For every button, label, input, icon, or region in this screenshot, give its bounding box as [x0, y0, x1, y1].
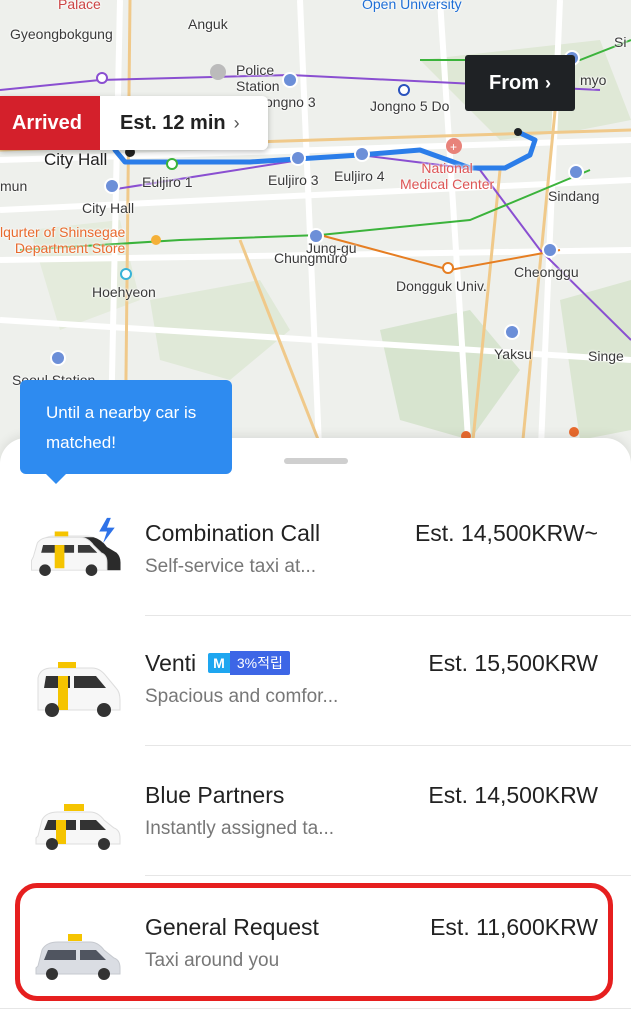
map-label-police-station: Police Station: [236, 62, 280, 94]
arrival-estimate-text: Est. 12 min: [120, 111, 226, 134]
arrival-estimate-pill[interactable]: Arrived Est. 12 min ›: [0, 96, 268, 150]
points-badge: 3%적립: [229, 651, 290, 675]
blue-taxi-icon: [35, 804, 121, 850]
selection-highlight: [15, 883, 613, 1001]
map-label-city-hall: City Hall: [82, 200, 135, 216]
option-venti[interactable]: Venti M 3%적립 Spacious and comfor... Est. 1…: [0, 616, 631, 746]
match-tooltip: Until a nearby car is matched!: [20, 380, 232, 484]
map-label-euljiro4: Euljiro 4: [334, 168, 385, 184]
option-name: Blue Partners: [145, 782, 285, 808]
option-description: Spacious and comfor...: [145, 686, 339, 707]
map-label-city-hall-big: City Hall: [44, 150, 108, 169]
chevron-right-icon: ›: [233, 112, 240, 133]
map-label-singe: Singe: [588, 348, 624, 364]
membership-badge: M: [208, 653, 230, 673]
option-name-row: Venti M 3%적립: [145, 650, 290, 677]
row-divider: [0, 1008, 631, 1009]
map-label-cheonggu: Cheonggu: [514, 264, 579, 280]
map-label-anguk: Anguk: [188, 16, 228, 32]
option-combination-call[interactable]: Combination Call Self-service taxi at...…: [0, 486, 631, 616]
map-label-national-medical-center: National Medical Center: [400, 160, 495, 192]
map-label-euljiro1: Euljiro 1: [142, 174, 193, 190]
svg-text:+: +: [450, 140, 457, 154]
option-name: Combination Call: [145, 520, 321, 546]
arrived-status: Arrived: [0, 96, 100, 150]
from-label: From: [489, 71, 539, 94]
chevron-right-icon: ›: [545, 72, 551, 93]
map-label-sindang: Sindang: [548, 188, 600, 204]
option-price: Est. 14,500KRW: [428, 782, 598, 808]
map-label-yaksu: Yaksu: [494, 346, 532, 362]
option-description: Self-service taxi at...: [145, 556, 317, 577]
from-marker-button[interactable]: From ›: [465, 55, 575, 111]
venti-van-icon: [37, 662, 121, 717]
map-label-shinsegae: lqurter of Shinsegae Department Store: [0, 224, 126, 256]
map-label-open-university: Open University: [362, 0, 462, 12]
option-price: Est. 15,500KRW: [428, 650, 598, 676]
map-label-euljiro3: Euljiro 3: [268, 172, 319, 188]
arrival-estimate: Est. 12 min ›: [100, 96, 268, 150]
sheet-drag-handle[interactable]: [284, 458, 348, 464]
map-label-myo: myo: [580, 72, 607, 88]
option-name: Venti: [145, 650, 197, 676]
map-label-dongguk: Dongguk Univ.: [396, 278, 487, 294]
map-label-hoehyeon: Hoehyeon: [92, 284, 156, 300]
map-label-palace: Palace: [58, 0, 101, 12]
tooltip-text: Until a nearby car is matched!: [46, 403, 197, 452]
combination-taxi-icon: [31, 517, 121, 576]
option-description: Instantly assigned ta...: [145, 818, 335, 839]
map-label-mun: mun: [0, 178, 28, 194]
map-label-jongno5: Jongno 5 Do: [370, 98, 450, 114]
option-price: Est. 14,500KRW~: [414, 520, 598, 546]
map-label-gyeongbokgung: Gyeongbokgung: [10, 26, 113, 42]
map-label-chungmuro: Chungmuro: [274, 250, 348, 266]
option-blue-partners[interactable]: Blue Partners Instantly assigned ta... E…: [0, 746, 631, 876]
map-label-si: Si: [614, 34, 627, 50]
